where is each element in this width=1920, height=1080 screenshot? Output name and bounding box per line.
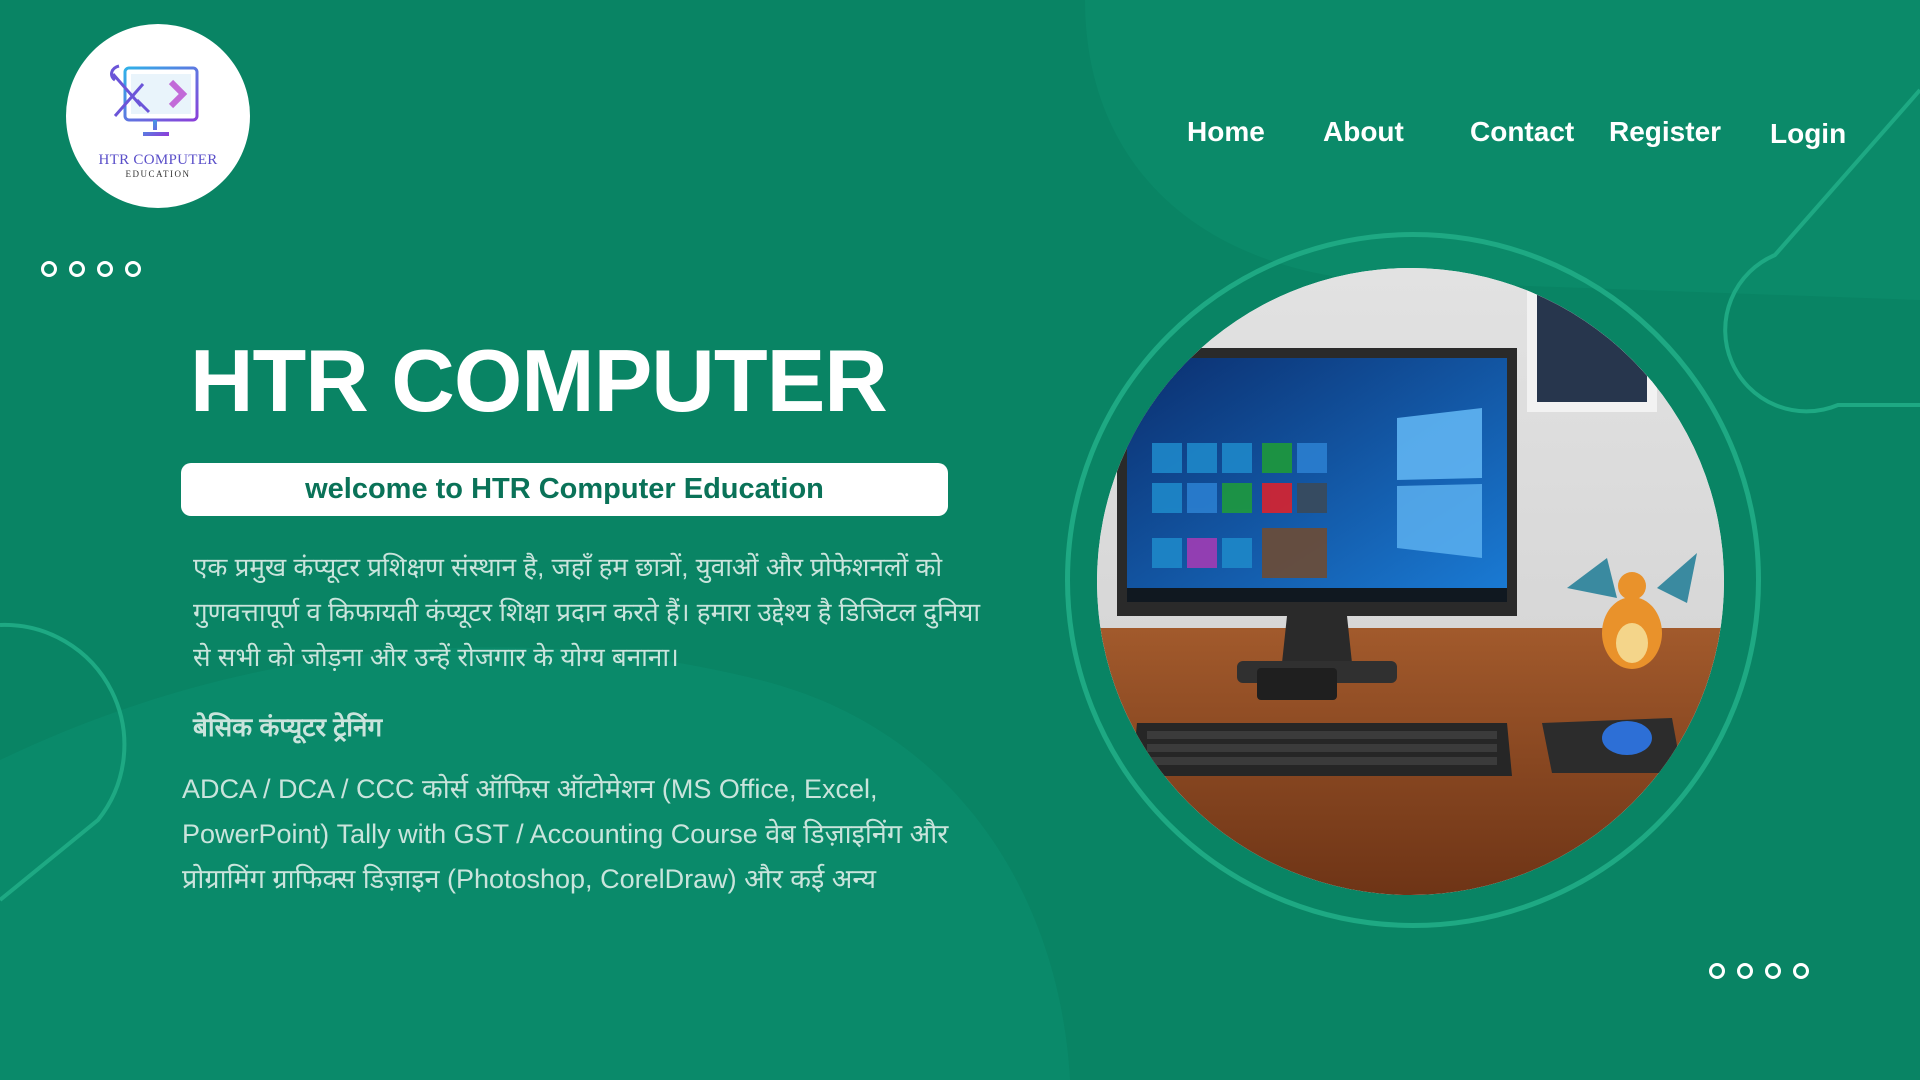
nav-login-link[interactable]: Login	[1770, 118, 1846, 150]
dot	[1793, 963, 1809, 979]
nav-about-link[interactable]: About	[1323, 116, 1404, 148]
hero-description: एक प्रमुख कंप्यूटर प्रशिक्षण संस्थान है,…	[193, 552, 981, 672]
dot	[1765, 963, 1781, 979]
main-navigation: Home About Contact Register Login	[0, 116, 1920, 156]
courses-heading: बेसिक कंप्यूटर ट्रेनिंग	[193, 712, 383, 742]
hero-title: HTR COMPUTER	[190, 331, 888, 430]
welcome-banner: welcome to HTR Computer Education	[181, 463, 948, 516]
dot	[1737, 963, 1753, 979]
logo-subtitle: EDUCATION	[125, 168, 191, 179]
dot	[97, 261, 113, 277]
dot	[125, 261, 141, 277]
nav-home-link[interactable]: Home	[1187, 116, 1265, 148]
hero-image-frame	[1097, 268, 1724, 895]
dot	[41, 261, 57, 277]
nav-register-link[interactable]: Register	[1609, 116, 1721, 148]
dot	[69, 261, 85, 277]
decorative-dots-top	[41, 261, 141, 277]
desktop-computer-photo	[1097, 268, 1724, 895]
decorative-dots-bottom	[1709, 963, 1809, 979]
nav-contact-link[interactable]: Contact	[1470, 116, 1574, 148]
dot	[1709, 963, 1725, 979]
courses-list: ADCA / DCA / CCC कोर्स ऑफिस ऑटोमेशन (MS …	[182, 774, 949, 894]
